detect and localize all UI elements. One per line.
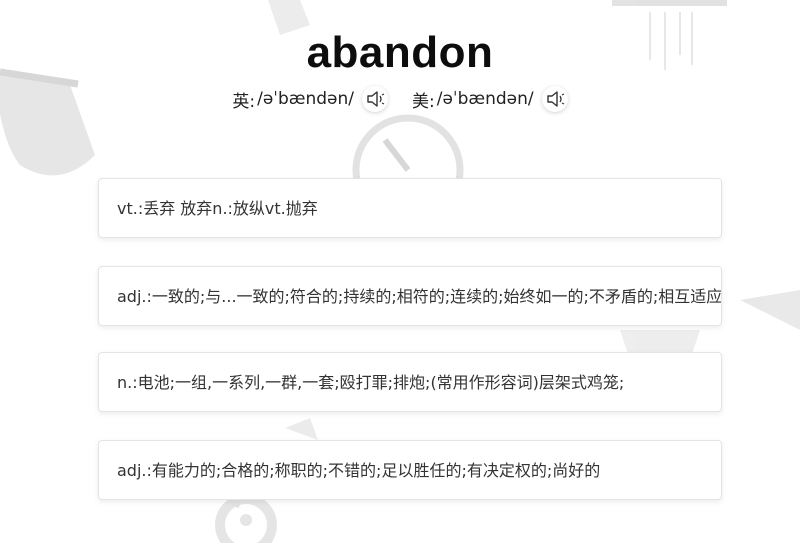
us-speaker-icon[interactable] [541, 86, 568, 112]
definition-card[interactable]: adj.:有能力的;合格的;称职的;不错的;足以胜任的;有决定权的;尚好的 [98, 440, 722, 500]
phonetics-row: 英: /əˈbændən/ 美: /əˈbændən/ [0, 86, 800, 112]
definition-card[interactable]: adj.:一致的;与...一致的;符合的;持续的;相符的;连续的;始终如一的;不… [98, 266, 722, 326]
word-title: abandon [306, 28, 494, 77]
phonetic-uk: 英: /əˈbændən/ [232, 86, 388, 112]
phonetic-uk-symbol: /əˈbændən/ [257, 89, 354, 109]
phonetic-us: 美: /əˈbændən/ [412, 86, 568, 112]
uk-speaker-icon[interactable] [362, 86, 388, 112]
phonetic-uk-label: 英: [232, 91, 256, 112]
book-illustration [612, 0, 727, 6]
phonetic-us-symbol: /əˈbændən/ [436, 89, 534, 109]
definition-card[interactable]: vt.:丢弃 放弃n.:放纵vt.抛弃 [98, 178, 722, 238]
phonetic-us-label: 美: [412, 91, 435, 112]
definition-card[interactable]: n.:电池;一组,一系列,一群,一套;殴打罪;排炮;(常用作形容词)层架式鸡笼; [98, 352, 722, 412]
